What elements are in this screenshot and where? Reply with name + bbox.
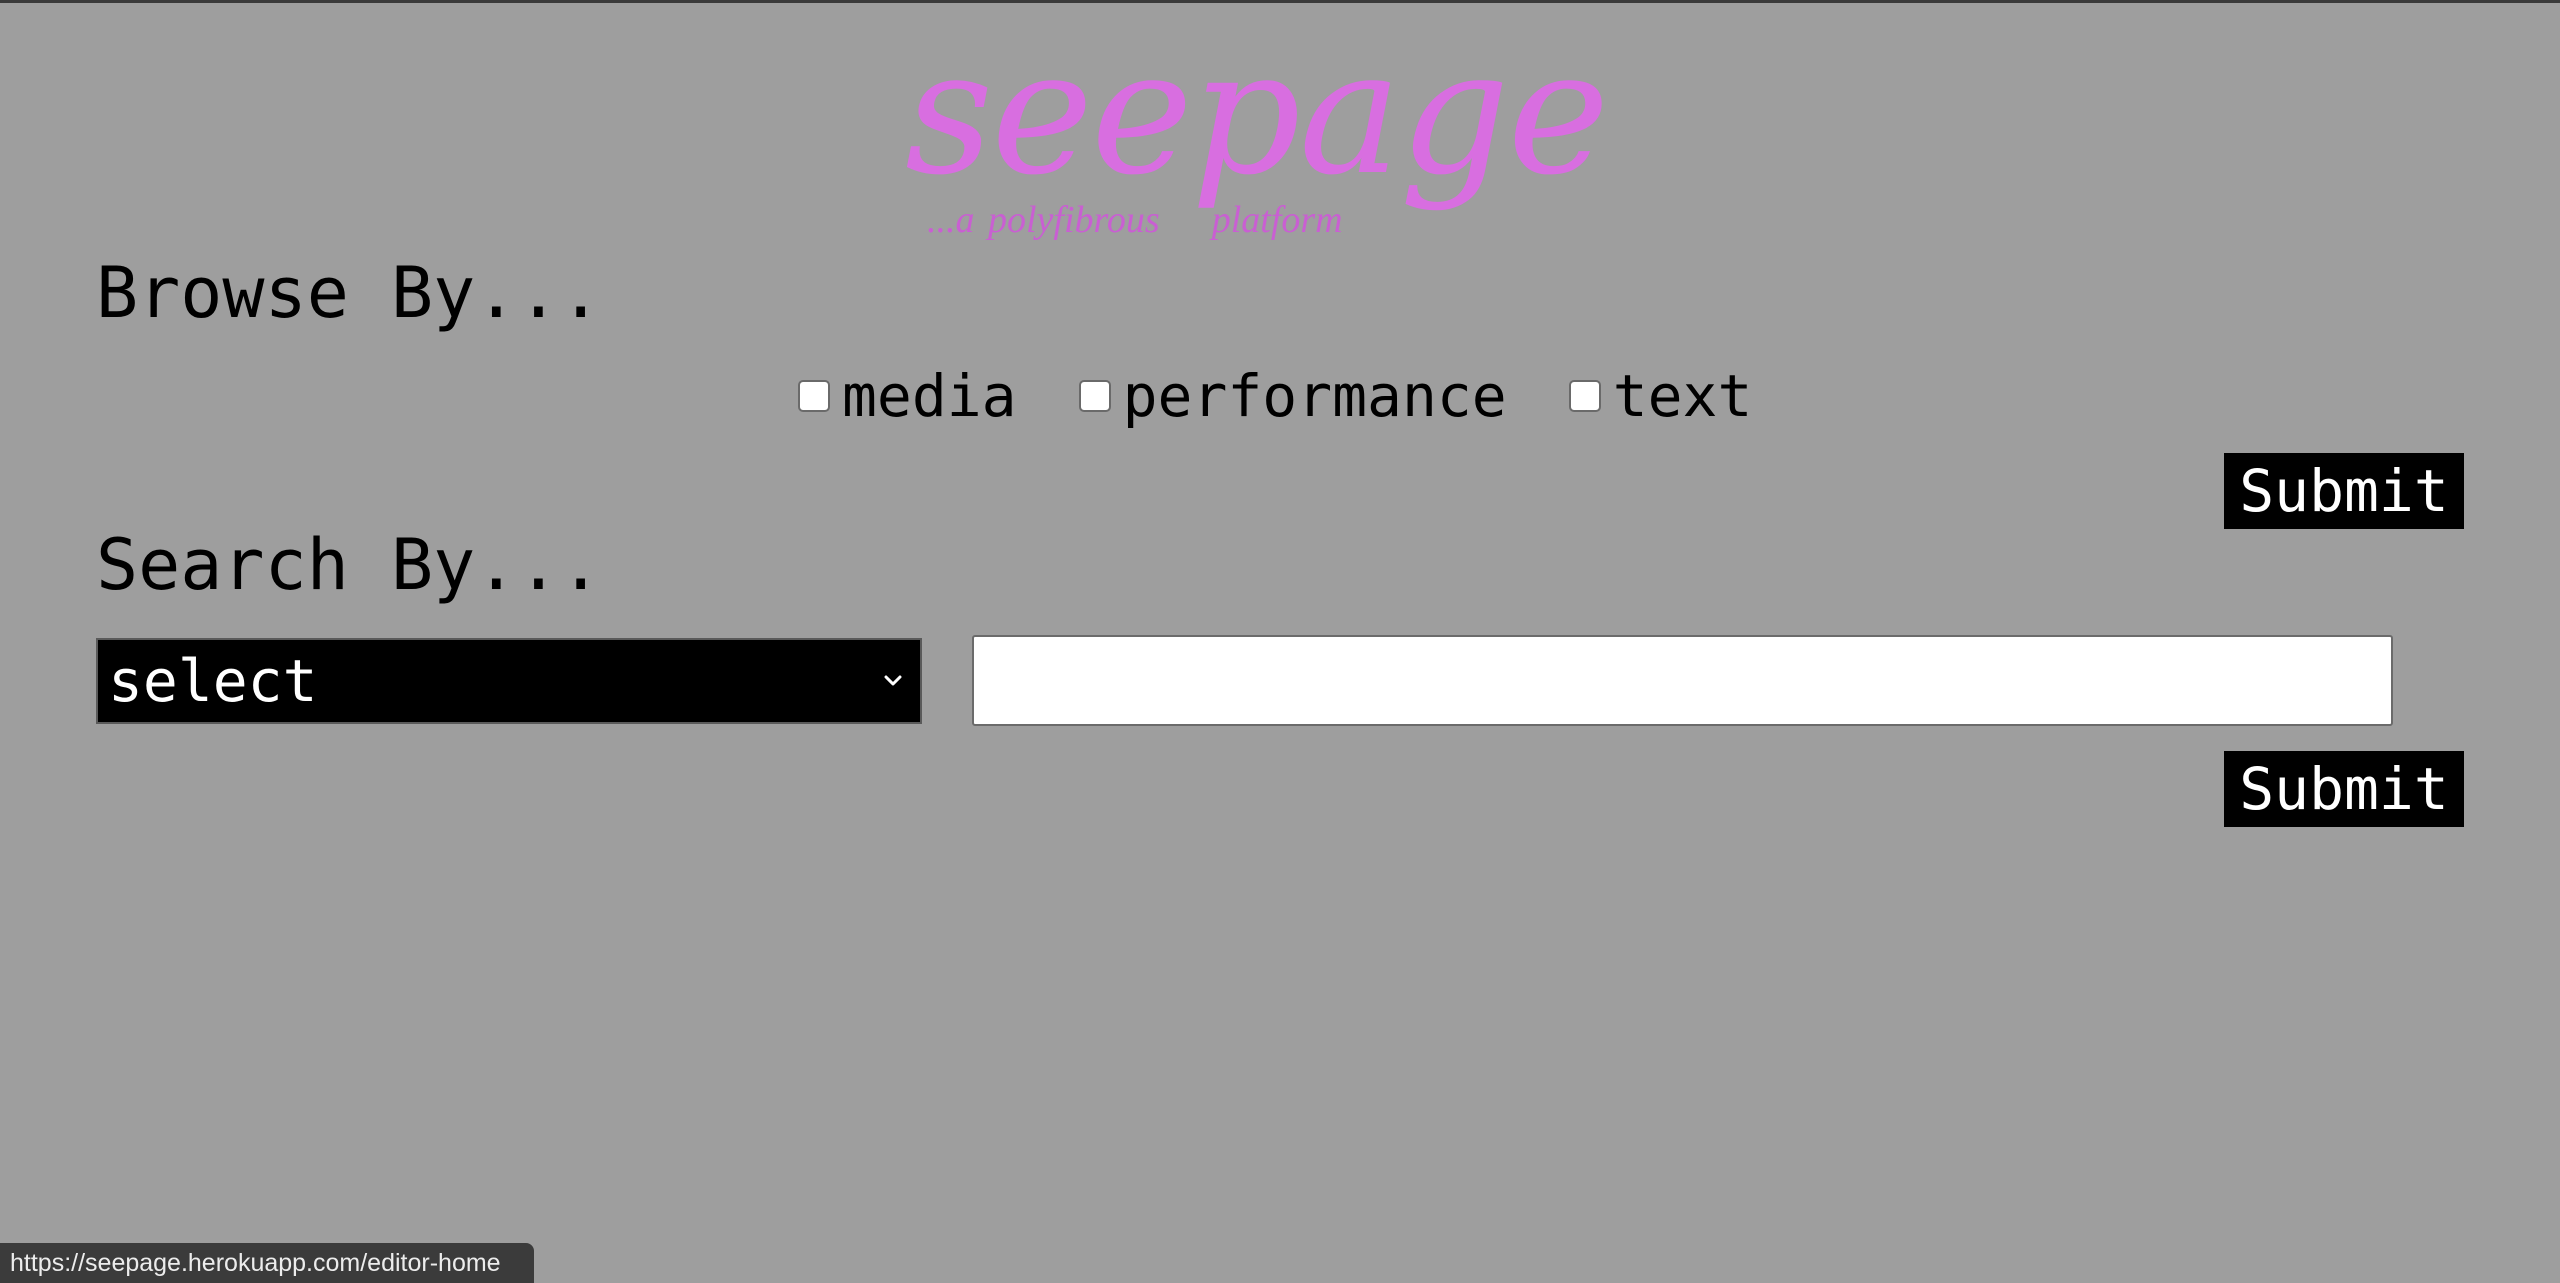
status-bar-url: https://seepage.herokuapp.com/editor-hom… (0, 1243, 534, 1283)
logo-tagline-part2: platform (1211, 199, 1343, 241)
window-top-border (0, 0, 2560, 3)
media-checkbox[interactable] (798, 380, 830, 412)
chevron-down-icon (880, 668, 906, 694)
media-label: media (842, 362, 1017, 430)
performance-label: performance (1122, 362, 1507, 430)
search-field-select[interactable]: select (96, 638, 922, 724)
search-submit-button[interactable]: Submit (2224, 751, 2464, 827)
browse-option-media[interactable]: media (798, 367, 1017, 425)
browse-options: media performance text (798, 362, 1814, 430)
performance-checkbox[interactable] (1078, 380, 1111, 412)
browse-submit-button[interactable]: Submit (2224, 453, 2464, 529)
logo-wordmark: seepage (905, 12, 1609, 213)
logo-tagline: ...a polyfibrous platform (927, 201, 1343, 239)
select-value: select (108, 647, 318, 715)
logo-tagline-part1: ...a polyfibrous (927, 199, 1160, 241)
search-input[interactable] (972, 635, 2393, 726)
text-label: text (1612, 362, 1753, 430)
site-logo[interactable]: seepage ...a polyfibrous platform (905, 27, 1665, 250)
text-checkbox[interactable] (1568, 380, 1601, 412)
browse-heading: Browse By... (96, 252, 602, 334)
browse-option-performance[interactable]: performance (1078, 362, 1507, 430)
browse-option-text[interactable]: text (1568, 362, 1753, 430)
search-heading: Search By... (96, 524, 602, 606)
